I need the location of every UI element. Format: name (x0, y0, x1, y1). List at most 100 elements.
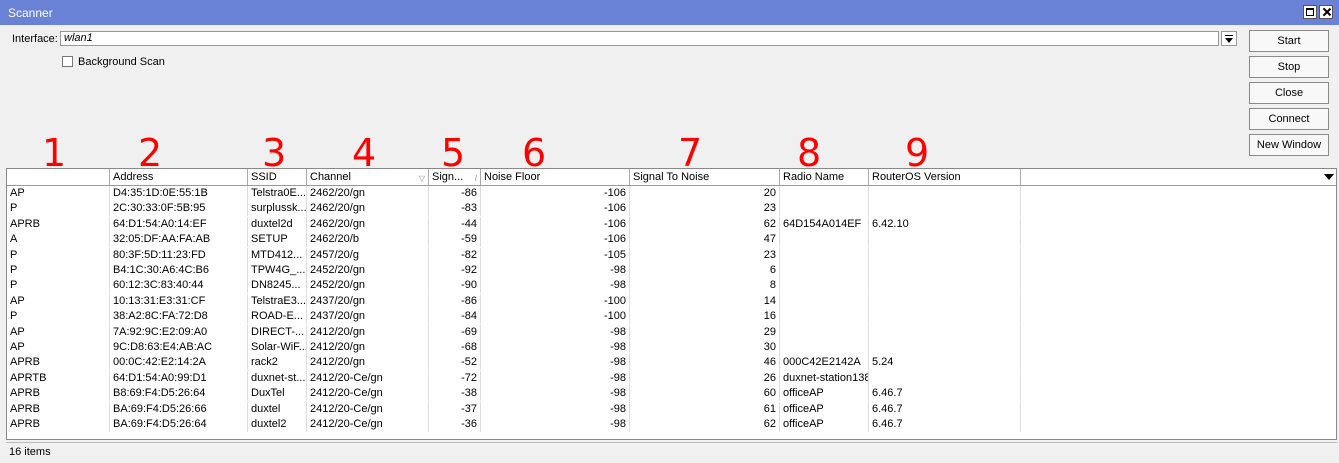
background-scan-label: Background Scan (78, 56, 165, 68)
cell-signal: -59 (429, 232, 481, 248)
cell-radio-name: duxnet-station138 (780, 370, 869, 386)
cell-signal: -38 (429, 386, 481, 402)
cell-routeros-version (869, 232, 1021, 248)
table-row[interactable]: APRB 00:0C:42:E2:14:2A rack2 2412/20/gn -52-… (7, 355, 1336, 371)
cell-signal: -86 (429, 293, 481, 309)
cell-signal-to-noise: 46 (630, 355, 780, 371)
cell-ssid: rack2 (248, 355, 307, 371)
column-header-ssid[interactable]: SSID (248, 169, 307, 185)
cell-flags: AP (7, 340, 110, 355)
close-button[interactable]: Close (1249, 82, 1329, 104)
cell-channel: 2412/20-Ce/gn (307, 386, 429, 402)
column-header-signal[interactable]: Sign... / (429, 169, 481, 185)
cell-channel: 2437/20/gn (307, 293, 429, 309)
cell-channel: 2412/20-Ce/gn (307, 401, 429, 417)
table-row[interactable]: AP 9C:D8:63:E4:AB:AC Solar-WiF... 2412/20/g… (7, 340, 1336, 355)
table-row[interactable]: APRB 64:D1:54:A0:14:EF duxtel2d 2462/20/gn -… (7, 216, 1336, 232)
cell-radio-name (780, 247, 869, 263)
cell-routeros-version (869, 201, 1021, 217)
cell-ssid: Telstra0E... (248, 186, 307, 201)
column-header-noise-floor[interactable]: Noise Floor (481, 169, 630, 185)
table-row[interactable]: A 32:05:DF:AA:FA:AB SETUP 2462/20/b -59 -106 4… (7, 232, 1336, 248)
cell-signal-to-noise: 14 (630, 293, 780, 309)
cell-ssid: duxtel2d (248, 216, 307, 232)
interface-field[interactable]: wlan1 (60, 31, 1219, 46)
table-row[interactable]: APRB BA:69:F4:D5:26:64 duxtel2 2412/20-Ce/g… (7, 417, 1336, 432)
sort-marker-icon: / (474, 174, 477, 183)
table-row[interactable]: P 38:A2:8C:FA:72:D8 ROAD-E... 2437/20/gn -84… (7, 309, 1336, 325)
cell-address: 64:D1:54:A0:99:D1 (110, 370, 248, 386)
cell-noise-floor: -98 (481, 340, 630, 355)
table-row[interactable]: APRB BA:69:F4:D5:26:66 duxtel 2412/20-Ce/gn… (7, 401, 1336, 417)
cell-radio-name (780, 278, 869, 294)
cell-channel: 2452/20/gn (307, 263, 429, 278)
cell-ssid: SETUP (248, 232, 307, 248)
cell-address: 38:A2:8C:FA:72:D8 (110, 309, 248, 325)
table-row[interactable]: APRB B8:69:F4:D5:26:64 DuxTel 2412/20-Ce/gn… (7, 386, 1336, 402)
cell-noise-floor: -98 (481, 278, 630, 294)
cell-signal-to-noise: 60 (630, 386, 780, 402)
cell-noise-floor: -98 (481, 417, 630, 432)
table-row[interactable]: P 80:3F:5D:11:23:FD MTD412... 2457/20/g -82-… (7, 247, 1336, 263)
table-row[interactable]: AP D4:35:1D:0E:55:1B Telstra0E... 2462/20/g… (7, 186, 1336, 201)
cell-address: B8:69:F4:D5:26:64 (110, 386, 248, 402)
cell-channel: 2452/20/gn (307, 278, 429, 294)
cell-radio-name (780, 263, 869, 278)
cell-flags: A (7, 232, 110, 248)
restore-window-icon[interactable] (1303, 5, 1317, 19)
cell-noise-floor: -98 (481, 370, 630, 386)
background-scan-checkbox[interactable] (62, 56, 73, 67)
cell-channel: 2412/20/gn (307, 340, 429, 355)
cell-address: D4:35:1D:0E:55:1B (110, 186, 248, 201)
cell-noise-floor: -98 (481, 324, 630, 340)
column-header-channel[interactable]: Channel ▽ (307, 169, 429, 185)
column-header-flags[interactable] (7, 169, 110, 185)
table-row[interactable]: AP 7A:92:9C:E2:09:A0 DIRECT-... 2412/20/gn -… (7, 324, 1336, 340)
cell-signal: -36 (429, 417, 481, 432)
close-window-icon[interactable] (1319, 5, 1333, 19)
cell-address: BA:69:F4:D5:26:66 (110, 401, 248, 417)
stop-button[interactable]: Stop (1249, 56, 1329, 78)
annotation-2: 2 (138, 131, 163, 175)
cell-signal-to-noise: 23 (630, 247, 780, 263)
cell-signal: -90 (429, 278, 481, 294)
column-header-radio-name[interactable]: Radio Name (780, 169, 869, 185)
cell-radio-name (780, 309, 869, 325)
cell-channel: 2412/20-Ce/gn (307, 417, 429, 432)
interface-dropdown-icon[interactable] (1221, 31, 1237, 46)
cell-signal-to-noise: 26 (630, 370, 780, 386)
cell-ssid: duxtel (248, 401, 307, 417)
start-button[interactable]: Start (1249, 30, 1329, 52)
annotation-6: 6 (522, 131, 547, 175)
cell-signal-to-noise: 62 (630, 216, 780, 232)
column-header-signal-to-noise[interactable]: Signal To Noise (630, 169, 780, 185)
cell-radio-name (780, 232, 869, 248)
cell-flags: APRB (7, 216, 110, 232)
column-header-channel-label: Channel (310, 171, 351, 183)
cell-routeros-version (869, 340, 1021, 355)
cell-signal: -52 (429, 355, 481, 371)
table-row[interactable]: P B4:1C:30:A6:4C:B6 TPW4G_... 2452/20/gn -92… (7, 263, 1336, 278)
cell-channel: 2462/20/b (307, 232, 429, 248)
table-row[interactable]: APRTB 64:D1:54:A0:99:D1 duxnet-st... 2412/2… (7, 370, 1336, 386)
cell-address: 9C:D8:63:E4:AB:AC (110, 340, 248, 355)
column-header-routeros-version[interactable]: RouterOS Version (869, 169, 1021, 185)
annotation-5: 5 (441, 131, 466, 175)
cell-radio-name (780, 293, 869, 309)
cell-noise-floor: -98 (481, 401, 630, 417)
table-row[interactable]: AP 10:13:31:E3:31:CF TelstraE3... 2437/20/g… (7, 293, 1336, 309)
connect-button[interactable]: Connect (1249, 108, 1329, 130)
cell-address: 00:0C:42:E2:14:2A (110, 355, 248, 371)
cell-noise-floor: -98 (481, 386, 630, 402)
cell-address: 10:13:31:E3:31:CF (110, 293, 248, 309)
column-menu-icon[interactable] (1324, 174, 1334, 180)
new-window-button[interactable]: New Window (1249, 134, 1329, 156)
table-row[interactable]: P 60:12:3C:83:40:44 DN8245... 2452/20/gn -90… (7, 278, 1336, 294)
cell-channel: 2462/20/gn (307, 216, 429, 232)
cell-noise-floor: -100 (481, 293, 630, 309)
cell-radio-name (780, 186, 869, 201)
cell-radio-name (780, 324, 869, 340)
table-row[interactable]: P 2C:30:33:0F:5B:95 surplussk... 2462/20/gn… (7, 201, 1336, 217)
cell-address: 80:3F:5D:11:23:FD (110, 247, 248, 263)
column-header-address[interactable]: Address (110, 169, 248, 185)
